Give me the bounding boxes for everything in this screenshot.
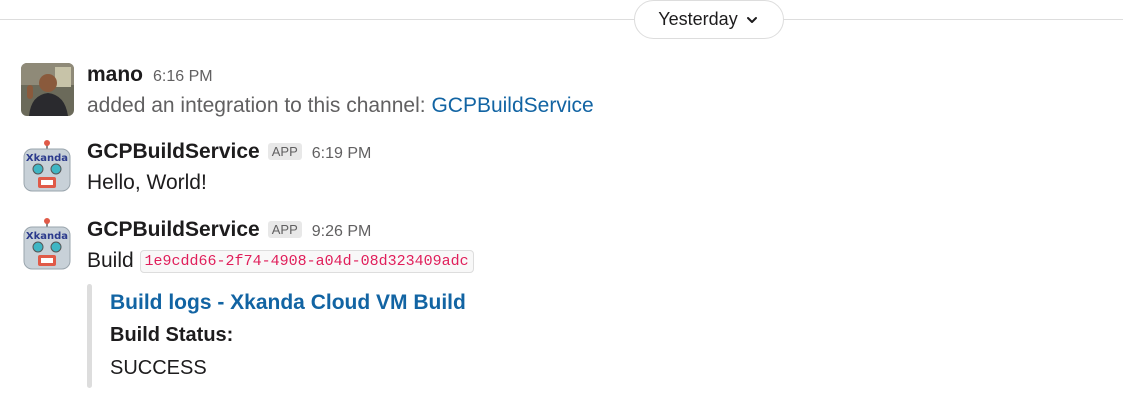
date-label: Yesterday [658,9,738,29]
build-word: Build [87,249,134,272]
svg-text:Xkanda: Xkanda [26,231,68,242]
attachment-title-link[interactable]: Build logs - Xkanda Cloud VM Build [110,288,466,318]
date-divider-line [0,19,1123,20]
message-timestamp[interactable]: 6:19 PM [312,145,372,163]
user-avatar-mano[interactable] [21,63,74,116]
app-badge: APP [267,143,302,160]
message-author[interactable]: mano [87,63,143,87]
message-author[interactable]: GCPBuildService [87,140,260,164]
attachment-field-value: SUCCESS [110,357,207,379]
bot-avatar[interactable]: Xkanda [21,218,74,271]
message-text: Hello, World! [87,171,207,194]
message-timestamp[interactable]: 6:16 PM [153,68,213,86]
app-badge: APP [267,221,302,238]
chevron-down-icon [746,16,757,23]
message-text: added an integration to this channel: GC… [87,91,1123,121]
bot-avatar[interactable]: Xkanda [21,140,74,193]
integration-link[interactable]: GCPBuildService [431,94,593,117]
message-attachment: Build logs - Xkanda Cloud VM Build Build… [87,284,687,388]
message-text: Build 1e9cdd66-2f74-4908-a04d-08d323409a… [87,246,1123,279]
system-text: added an integration to this channel: [87,94,426,117]
attachment-bar [87,284,92,388]
attachment-field-label: Build Status: [110,324,234,346]
date-divider-button[interactable]: Yesterday [634,0,784,39]
message-author[interactable]: GCPBuildService [87,218,260,242]
message-timestamp[interactable]: 9:26 PM [312,223,372,241]
build-id-code: 1e9cdd66-2f74-4908-a04d-08d323409adc [139,250,474,273]
svg-text:Xkanda: Xkanda [26,153,68,164]
